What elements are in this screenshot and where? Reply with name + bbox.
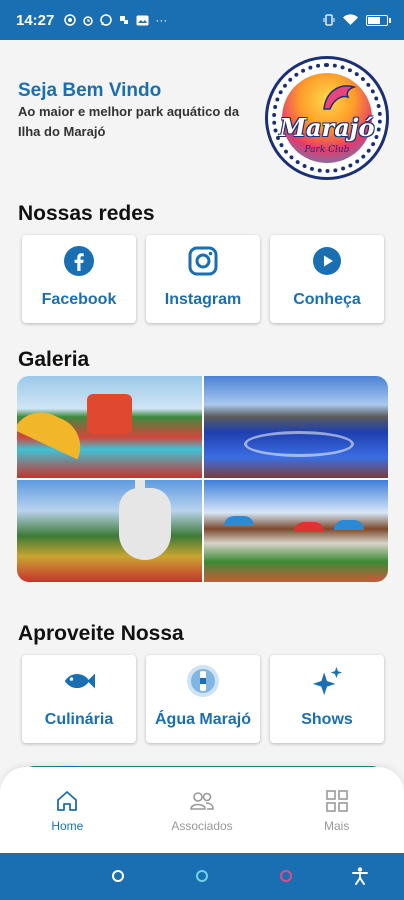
grid-icon [325,790,348,812]
water-bottle-icon [187,665,219,697]
battery-icon [366,14,391,26]
social-section-title: Nossas redes [18,202,155,225]
system-back-button[interactable] [196,870,208,882]
whatsapp-icon [100,14,113,26]
nav-associados-label: Associados [171,819,233,833]
more-notifications: ··· [155,13,168,27]
park-logo: Marajó Park Club [265,56,389,180]
gallery-photo-water-slides[interactable] [17,376,202,478]
dolphin-icon [323,85,357,110]
welcome-title: Seja Bem Vindo [18,80,162,101]
alarm-icon [83,16,94,26]
nav-mais-label: Mais [324,819,350,833]
agua-marajo-card[interactable]: Água Marajó [146,655,260,743]
nav-mais[interactable]: Mais [269,767,404,853]
nav-home[interactable]: Home [0,767,135,853]
conheca-card[interactable]: Conheça [270,235,384,323]
signal-app-icon [64,14,77,26]
sparkles-icon [312,666,343,696]
instagram-card[interactable]: Instagram [146,235,260,323]
instagram-label: Instagram [164,291,242,308]
play-icon [313,247,341,275]
welcome-subtitle: Ao maior e melhor park aquático da Ilha … [18,104,240,139]
home-icon [57,791,78,811]
instagram-icon [188,246,218,276]
people-icon [190,792,214,810]
accessibility-icon[interactable] [352,867,368,885]
system-home-button[interactable] [112,870,124,882]
agua-marajo-label: Água Marajó [154,711,251,728]
logo-brand-subtext: Park Club [304,145,350,155]
wifi-icon [343,14,358,25]
shows-label: Shows [301,711,353,728]
logo-brand-text: Marajó [279,113,375,142]
facebook-label: Facebook [41,291,117,308]
facebook-icon [64,246,94,276]
app-icon [120,16,129,24]
culinaria-card[interactable]: Culinária [22,655,136,743]
fish-icon [64,673,95,689]
conheca-label: Conheça [293,291,361,308]
status-time: 14:27 [16,11,55,29]
bottom-navigation: Home Associados Mais [0,767,404,853]
system-navigation-bar [0,853,404,900]
nav-home-label: Home [51,819,84,833]
gallery-grid [17,376,388,582]
facebook-card[interactable]: Facebook [22,235,136,323]
shows-card[interactable]: Shows [270,655,384,743]
culinaria-label: Culinária [44,711,114,728]
status-bar: 14:27 ··· [0,0,404,40]
gallery-photo-bunny-statue[interactable] [17,480,202,582]
system-recents-button[interactable] [280,870,292,882]
nav-associados[interactable]: Associados [135,767,270,853]
gallery-photo-kiosks[interactable] [203,480,388,582]
vibrate-icon [323,14,335,26]
gallery-photo-pool[interactable] [203,376,388,478]
image-icon [136,15,149,25]
notification-icons: ··· [64,13,167,27]
enjoy-section-title: Aproveite Nossa [18,622,184,645]
gallery-section-title: Galeria [18,348,90,371]
